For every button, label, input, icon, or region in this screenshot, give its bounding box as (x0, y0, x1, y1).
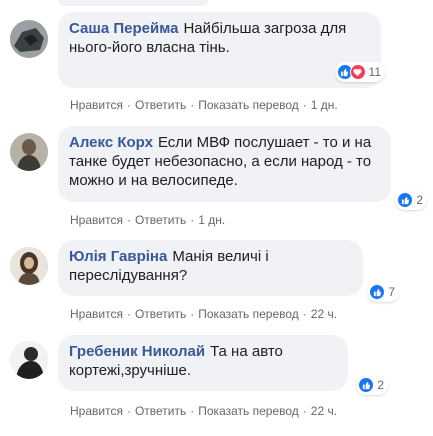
separator-dot: · (302, 98, 307, 112)
comment-actions: Нравится · Ответить · Показать перевод · 22 ч. (70, 307, 337, 321)
translate-link[interactable]: Показать перевод (198, 307, 299, 321)
reaction-summary[interactable]: 11 (334, 62, 385, 82)
comment-actions: Нравится · Ответить · Показать перевод · 22 ч. (70, 404, 337, 418)
separator-dot: · (126, 307, 131, 321)
comment-text: Юлія Гавріна Манія величі і переслідуванн… (69, 247, 352, 285)
reaction-count: 2 (416, 193, 423, 207)
like-link[interactable]: Нравится (70, 307, 123, 321)
separator-dot: · (126, 404, 131, 418)
thumbs-up-icon (369, 284, 386, 300)
reaction-summary[interactable]: 2 (356, 375, 388, 395)
translate-link[interactable]: Показать перевод (198, 98, 299, 112)
comment-timestamp[interactable]: 22 ч. (311, 404, 337, 418)
reaction-summary[interactable]: 7 (367, 282, 399, 302)
reply-link[interactable]: Ответить (135, 98, 186, 112)
avatar[interactable] (10, 133, 48, 171)
separator-dot: · (190, 98, 195, 112)
separator-dot: · (302, 404, 307, 418)
avatar[interactable] (10, 341, 48, 379)
previous-comment-edge (58, 0, 208, 6)
separator-dot: · (190, 404, 195, 418)
comment-bubble: Юлія Гавріна Манія величі і переслідуванн… (58, 240, 399, 302)
like-link[interactable]: Нравится (70, 98, 123, 112)
translate-link[interactable]: Показать перевод (198, 404, 299, 418)
comment-author-link[interactable]: Гребеник Николай (69, 343, 205, 360)
separator-dot: · (126, 213, 131, 227)
comment-text: Алекс Корх Если МВФ послушает - то и на т… (69, 133, 380, 190)
separator-dot: · (190, 307, 195, 321)
comment-timestamp[interactable]: 22 ч. (311, 307, 337, 321)
comment-timestamp[interactable]: 1 дн. (311, 98, 338, 112)
avatar[interactable] (10, 20, 48, 58)
avatar[interactable] (10, 247, 48, 285)
comment-author-link[interactable]: Юлія Гавріна (69, 248, 167, 265)
like-link[interactable]: Нравится (70, 404, 123, 418)
comment-author-link[interactable]: Алекс Корх (69, 134, 153, 151)
comment-actions: Нравится · Ответить · Показать перевод · 1 дн. (70, 98, 338, 112)
reaction-count: 11 (368, 65, 381, 79)
separator-dot: · (302, 307, 307, 321)
separator-dot: · (190, 213, 195, 227)
thumbs-up-icon (358, 377, 375, 393)
comment-bubble: Алекс Корх Если МВФ послушает - то и на т… (58, 126, 427, 210)
like-link[interactable]: Нравится (70, 213, 123, 227)
comment-actions: Нравится · Ответить · 1 дн. (70, 213, 225, 227)
thumbs-up-icon (397, 192, 414, 208)
heart-icon (349, 64, 366, 80)
reaction-count: 7 (388, 285, 395, 299)
separator-dot: · (126, 98, 131, 112)
comment-text: Гребеник Николай Та на авто кортежі,зручн… (69, 342, 337, 380)
reply-link[interactable]: Ответить (135, 213, 186, 227)
comment-timestamp[interactable]: 1 дн. (198, 213, 225, 227)
reply-link[interactable]: Ответить (135, 404, 186, 418)
reaction-count: 2 (377, 378, 384, 392)
comment-text: Саша Перейма Найбільша загроза для нього-… (69, 19, 370, 57)
comment-bubble: Саша Перейма Найбільша загроза для нього-… (58, 12, 385, 88)
comment-bubble: Гребеник Николай Та на авто кортежі,зручн… (58, 335, 388, 395)
comment-author-link[interactable]: Саша Перейма (69, 20, 178, 37)
reply-link[interactable]: Ответить (135, 307, 186, 321)
reaction-summary[interactable]: 2 (395, 190, 427, 210)
